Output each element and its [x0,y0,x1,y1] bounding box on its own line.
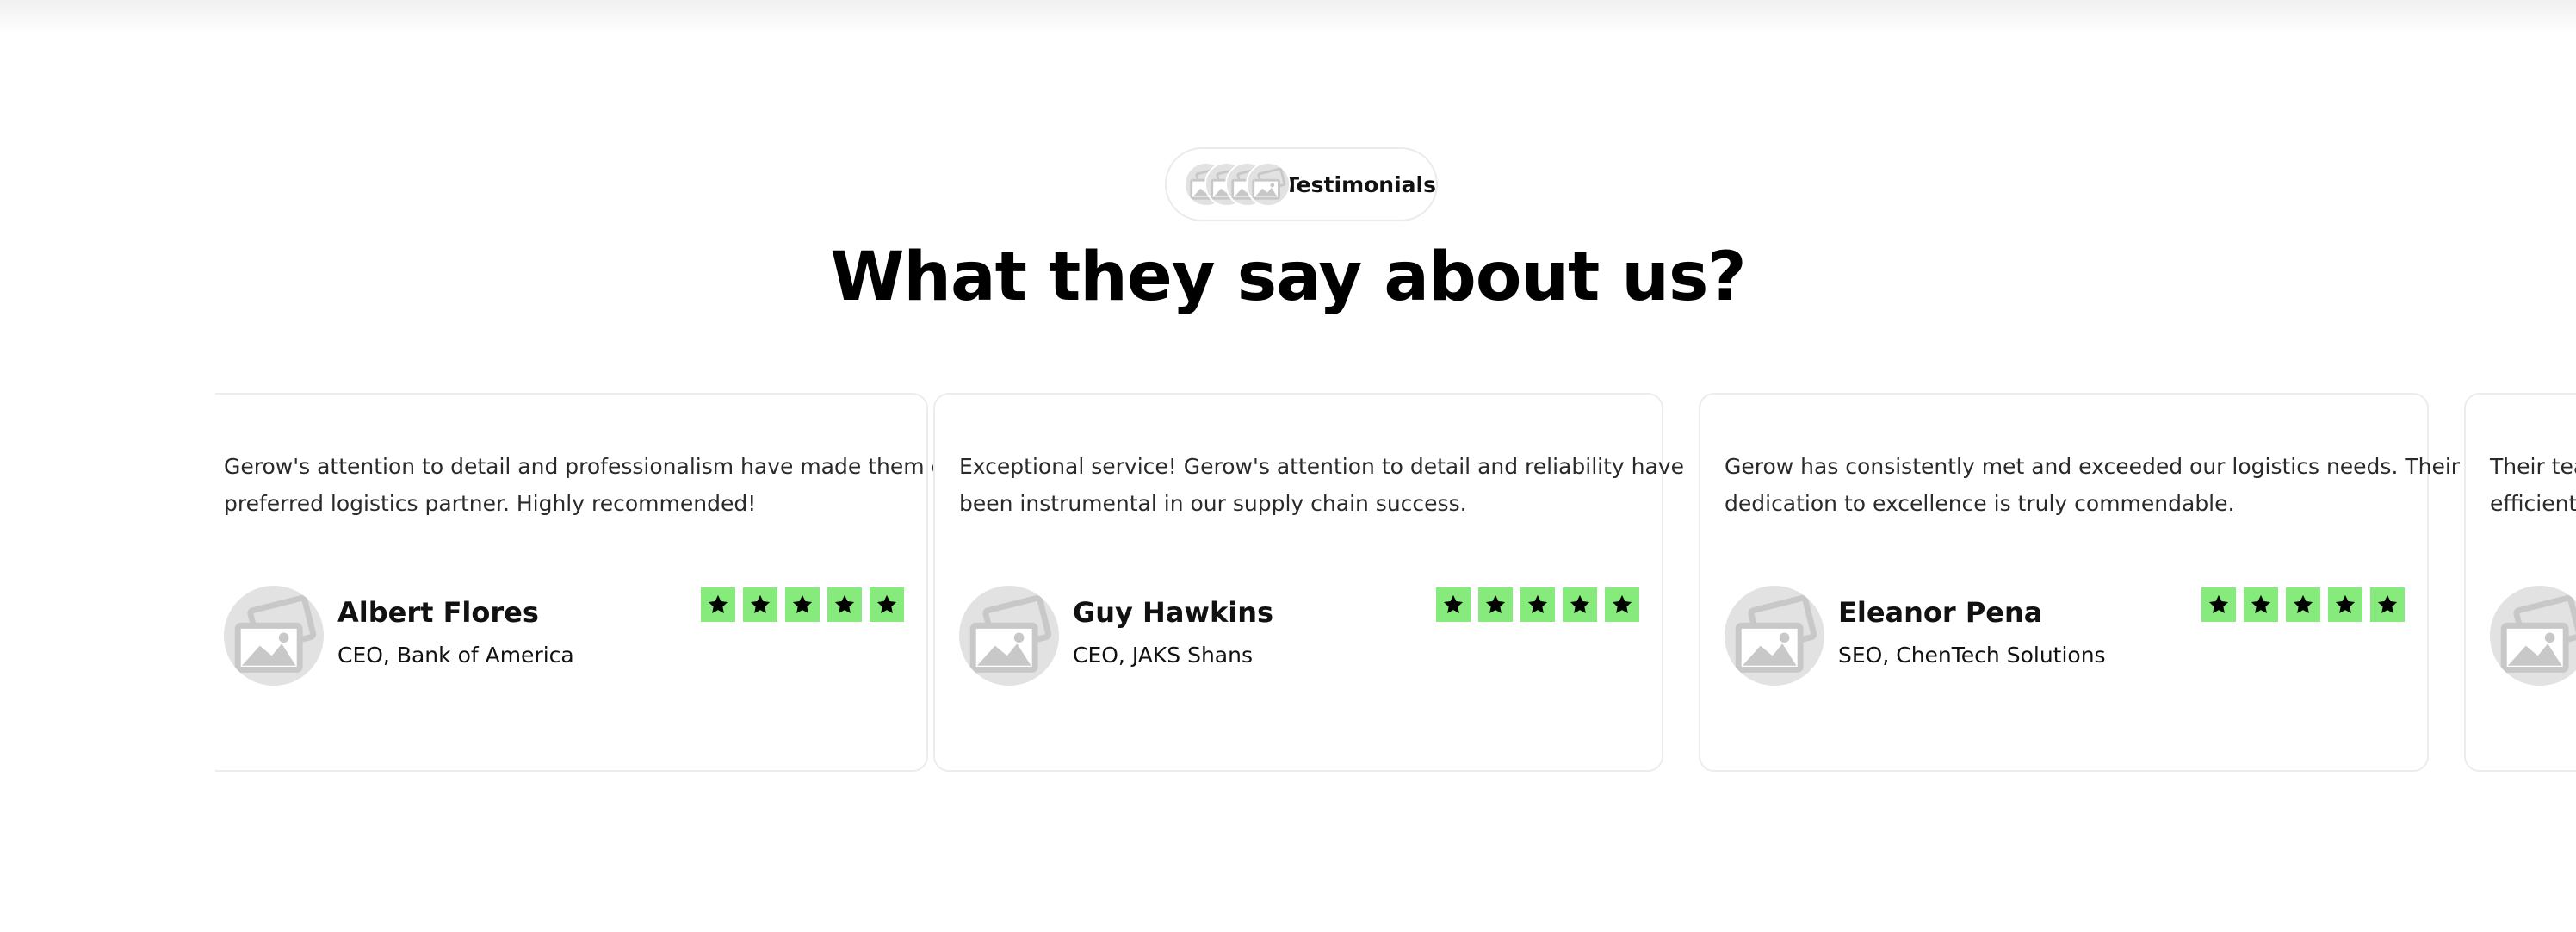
header-shadow [0,0,2576,34]
testimonial-quote: Their tea efficient s [2490,454,2576,516]
star-icon [1478,587,1513,622]
testimonial-card: Their tea efficient s [2464,393,2576,772]
star-icon [701,587,735,622]
testimonial-carousel[interactable]: Gerow's attention to detail and professi… [215,393,2576,774]
star-icon [1436,587,1471,622]
section-title: What they say about us? [830,239,1746,316]
star-icon [1605,587,1639,622]
star-icon [2201,587,2236,622]
testimonial-card: Gerow has consistently met and exceeded … [1699,393,2461,772]
rating-stars [701,587,904,622]
star-icon [2286,587,2320,622]
avatar-image-placeholder-icon [2490,586,2576,686]
testimonial-card: Exceptional service! Gerow's attention t… [933,393,1684,772]
testimonials-badge: Testimonials [1165,147,1438,221]
star-icon [785,587,820,622]
badge-avatar-stack [1184,162,1291,207]
author-name: Guy Hawkins [1073,596,1274,629]
star-icon [2328,587,2362,622]
testimonial-quote: Exceptional service! Gerow's attention t… [959,454,1684,516]
star-icon [1520,587,1555,622]
testimonial-quote: Gerow's attention to detail and professi… [224,454,967,516]
avatar-image-placeholder-icon [224,586,324,686]
badge-avatar-icon [1246,162,1291,207]
rating-stars [1436,587,1639,622]
author-role: CEO, JAKS Shans [1073,643,1253,668]
badge-label: Testimonials [1284,171,1436,197]
rating-stars [2201,587,2405,622]
testimonial-card: Gerow's attention to detail and professi… [215,393,967,772]
star-icon [2244,587,2278,622]
author-role: SEO, ChenTech Solutions [1838,643,2106,668]
testimonial-quote: Gerow has consistently met and exceeded … [1725,454,2461,516]
star-icon [743,587,777,622]
star-icon [2370,587,2405,622]
avatar-image-placeholder-icon [959,586,1059,686]
avatar-image-placeholder-icon [1725,586,1824,686]
star-icon [870,587,904,622]
author-name: Eleanor Pena [1838,596,2043,629]
author-name: Albert Flores [337,596,539,629]
star-icon [1563,587,1597,622]
author-role: CEO, Bank of America [337,643,574,668]
star-icon [827,587,862,622]
